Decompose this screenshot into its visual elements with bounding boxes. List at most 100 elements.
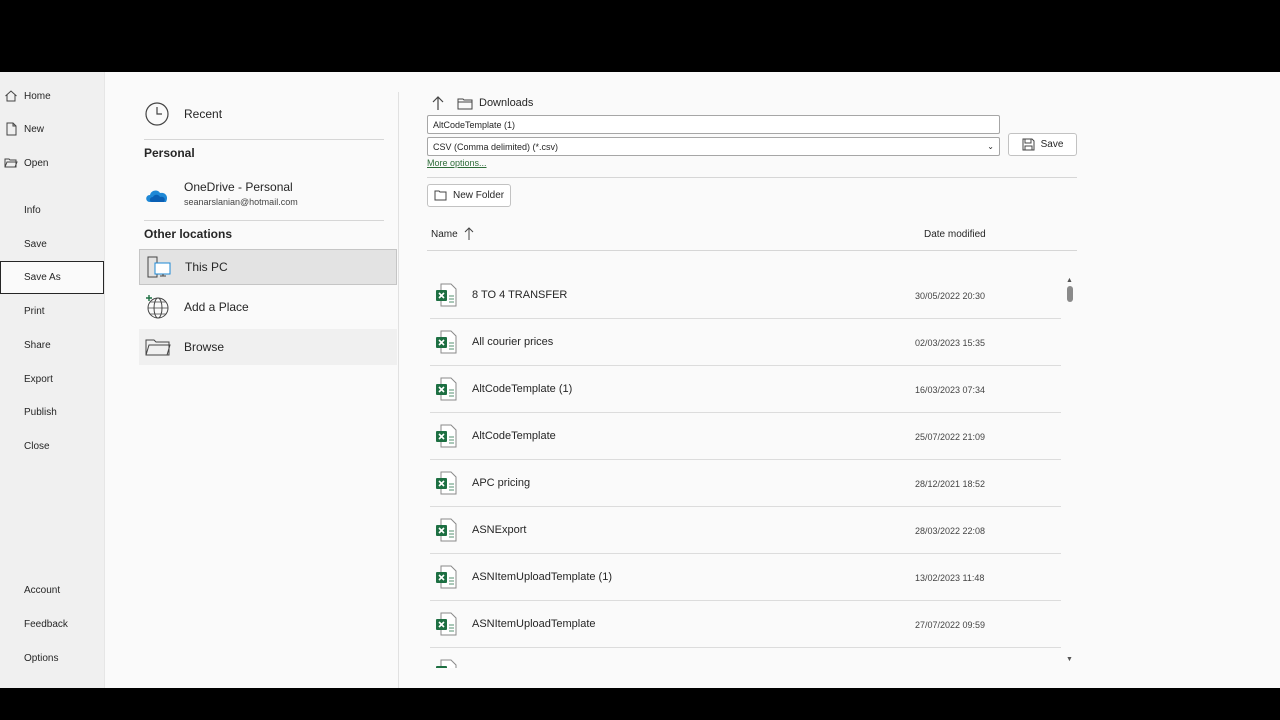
nav-account-label: Account bbox=[24, 584, 61, 596]
more-options-link[interactable]: More options... bbox=[427, 158, 487, 168]
nav-info[interactable]: Info bbox=[0, 194, 104, 226]
nav-export-label: Export bbox=[24, 373, 53, 385]
divider bbox=[144, 220, 384, 221]
add-place-label: Add a Place bbox=[184, 300, 249, 314]
scrollbar-thumb[interactable] bbox=[1067, 286, 1073, 302]
nav-new-label: New bbox=[24, 123, 45, 135]
nav-publish-label: Publish bbox=[24, 406, 57, 418]
scroll-down-icon[interactable]: ▼ bbox=[1066, 656, 1073, 663]
excel-file-icon bbox=[436, 565, 457, 589]
location-onedrive[interactable]: OneDrive - Personal seanarslanian@hotmai… bbox=[144, 178, 384, 212]
other-locations-header: Other locations bbox=[144, 227, 233, 241]
file-list: 8 TO 4 TRANSFER 30/05/2022 20:30 All cou… bbox=[430, 272, 1061, 668]
column-name-label: Name bbox=[431, 228, 458, 240]
excel-file-icon bbox=[436, 424, 457, 448]
file-name: ASNExport bbox=[472, 524, 527, 536]
scroll-up-icon[interactable]: ▲ bbox=[1066, 277, 1073, 284]
nav-feedback-label: Feedback bbox=[24, 618, 68, 630]
location-recent-label: Recent bbox=[184, 107, 223, 121]
file-date: 27/07/2022 09:59 bbox=[915, 620, 986, 630]
file-row[interactable]: ASNExport 28/03/2022 22:08 bbox=[430, 507, 1061, 554]
location-add-place[interactable]: Add a Place bbox=[139, 289, 397, 325]
nav-export[interactable]: Export bbox=[0, 363, 104, 395]
folder-icon bbox=[145, 339, 171, 356]
column-header-name[interactable]: Name bbox=[431, 227, 474, 241]
file-type-select[interactable]: CSV (Comma delimited) (*.csv) ⌄ bbox=[427, 137, 1000, 156]
nav-share[interactable]: Share bbox=[0, 329, 104, 361]
file-date: 28/12/2021 18:52 bbox=[915, 479, 986, 489]
file-date: 13/02/2023 11:48 bbox=[915, 573, 985, 583]
excel-file-icon bbox=[436, 659, 457, 668]
arrow-up-icon[interactable] bbox=[431, 95, 445, 111]
this-pc-label: This PC bbox=[185, 260, 228, 274]
file-row[interactable]: 8 TO 4 TRANSFER 30/05/2022 20:30 bbox=[430, 272, 1061, 319]
home-icon bbox=[5, 90, 17, 102]
nav-account[interactable]: Account bbox=[0, 574, 104, 606]
onedrive-email: seanarslanian@hotmail.com bbox=[184, 197, 298, 207]
new-folder-button[interactable]: New Folder bbox=[427, 184, 511, 207]
location-browse[interactable]: Browse bbox=[139, 329, 397, 365]
file-row[interactable]: ASNItemUploadTemplate (1) 13/02/2023 11:… bbox=[430, 554, 1061, 601]
file-row[interactable] bbox=[430, 648, 1061, 668]
divider bbox=[427, 250, 1077, 251]
file-row[interactable]: All courier prices 02/03/2023 15:35 bbox=[430, 319, 1061, 366]
divider bbox=[427, 177, 1077, 178]
save-button[interactable]: Save bbox=[1008, 133, 1077, 156]
onedrive-cloud-icon bbox=[146, 190, 168, 202]
save-button-label: Save bbox=[1040, 139, 1064, 150]
nav-feedback[interactable]: Feedback bbox=[0, 608, 104, 640]
folder-open-icon bbox=[4, 158, 18, 168]
nav-home-label: Home bbox=[24, 90, 51, 102]
nav-open[interactable]: Open bbox=[0, 147, 104, 179]
file-date: 28/03/2022 22:08 bbox=[915, 526, 986, 536]
location-this-pc[interactable]: This PC bbox=[139, 249, 397, 285]
save-disk-icon bbox=[1022, 138, 1035, 151]
nav-share-label: Share bbox=[24, 339, 51, 351]
divider bbox=[144, 139, 384, 140]
onedrive-title: OneDrive - Personal bbox=[184, 180, 293, 194]
nav-new[interactable]: New bbox=[0, 113, 104, 145]
nav-close[interactable]: Close bbox=[0, 430, 104, 462]
nav-print[interactable]: Print bbox=[0, 295, 104, 327]
nav-save-as[interactable]: Save As bbox=[0, 261, 104, 294]
excel-file-icon bbox=[436, 377, 457, 401]
file-name: 8 TO 4 TRANSFER bbox=[472, 289, 568, 301]
file-name: AltCodeTemplate (1) bbox=[472, 383, 573, 395]
breadcrumb: Downloads bbox=[431, 94, 533, 112]
sort-arrow-up-icon bbox=[464, 227, 474, 240]
new-folder-icon bbox=[434, 190, 447, 201]
backstage-nav: Home New Open Info Save Save As Print Sh… bbox=[0, 72, 105, 688]
file-row[interactable]: APC pricing 28/12/2021 18:52 bbox=[430, 460, 1061, 507]
nav-options-label: Options bbox=[24, 652, 59, 664]
file-date: 30/05/2022 20:30 bbox=[915, 291, 986, 301]
file-row[interactable]: AltCodeTemplate 25/07/2022 21:09 bbox=[430, 413, 1061, 460]
file-name: ASNItemUploadTemplate (1) bbox=[472, 571, 613, 583]
file-name: ASNItemUploadTemplate bbox=[472, 618, 596, 630]
excel-file-icon bbox=[436, 283, 457, 307]
nav-home[interactable]: Home bbox=[0, 80, 104, 112]
nav-open-label: Open bbox=[24, 157, 49, 169]
nav-publish[interactable]: Publish bbox=[0, 396, 104, 428]
browse-label: Browse bbox=[184, 340, 225, 354]
file-name-input[interactable]: AltCodeTemplate (1) bbox=[427, 115, 1000, 134]
file-type-value: CSV (Comma delimited) (*.csv) bbox=[433, 142, 559, 152]
breadcrumb-folder[interactable]: Downloads bbox=[479, 97, 533, 109]
nav-info-label: Info bbox=[24, 204, 41, 216]
file-name: APC pricing bbox=[472, 477, 531, 489]
new-doc-icon bbox=[6, 122, 17, 136]
nav-save[interactable]: Save bbox=[0, 228, 104, 260]
excel-backstage: Home New Open Info Save Save As Print Sh… bbox=[0, 72, 1280, 688]
globe-add-icon bbox=[146, 295, 169, 319]
computer-icon bbox=[147, 256, 171, 278]
excel-file-icon bbox=[436, 471, 457, 495]
nav-close-label: Close bbox=[24, 440, 50, 452]
file-row[interactable]: AltCodeTemplate (1) 16/03/2023 07:34 bbox=[430, 366, 1061, 413]
excel-file-icon bbox=[436, 612, 457, 636]
nav-save-as-label: Save As bbox=[24, 272, 61, 283]
nav-save-label: Save bbox=[24, 238, 47, 250]
file-date: 25/07/2022 21:09 bbox=[915, 432, 986, 442]
file-row[interactable]: ASNItemUploadTemplate 27/07/2022 09:59 bbox=[430, 601, 1061, 648]
nav-options[interactable]: Options bbox=[0, 642, 104, 674]
column-header-date[interactable]: Date modified bbox=[924, 229, 986, 240]
location-recent[interactable]: Recent bbox=[144, 100, 222, 128]
